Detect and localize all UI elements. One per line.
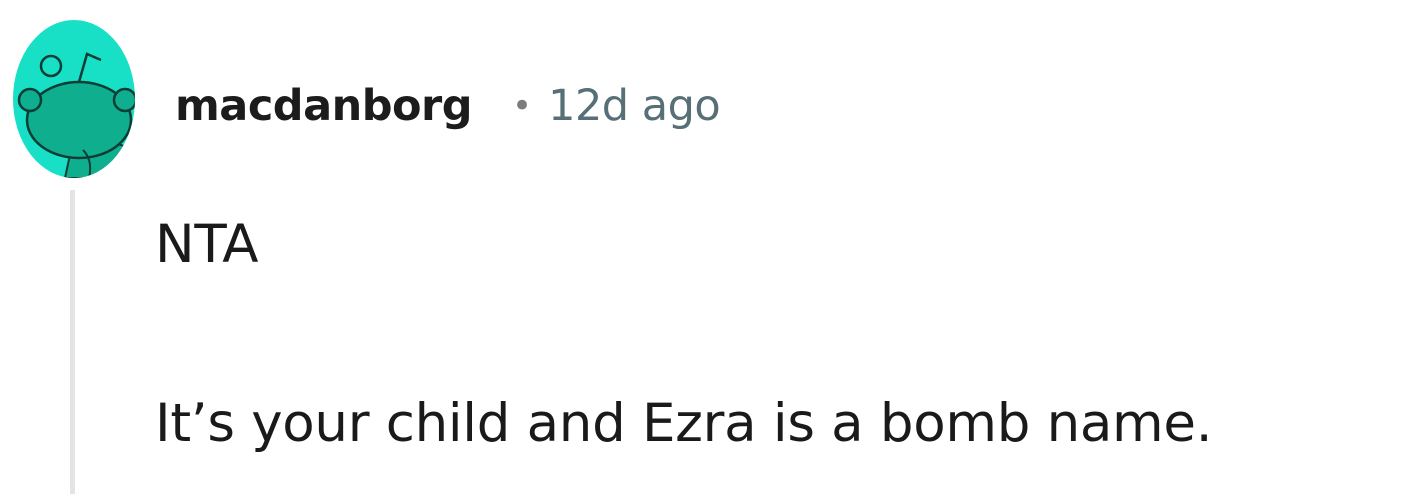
comment-header: macdanborg • 12d ago <box>175 74 721 138</box>
username-link[interactable]: macdanborg <box>175 81 473 131</box>
comment-body-line: NTA <box>155 214 259 275</box>
timestamp-link[interactable]: 12d ago <box>548 81 721 131</box>
thread-collapse-line[interactable] <box>70 190 75 494</box>
snoo-avatar-icon <box>13 20 135 178</box>
comment-card: macdanborg • 12d ago NTA It’s your child… <box>0 0 1420 494</box>
avatar[interactable] <box>13 20 135 178</box>
comment-body-line: It’s your child and Ezra is a bomb name. <box>155 393 1213 454</box>
separator-dot: • <box>512 86 533 126</box>
